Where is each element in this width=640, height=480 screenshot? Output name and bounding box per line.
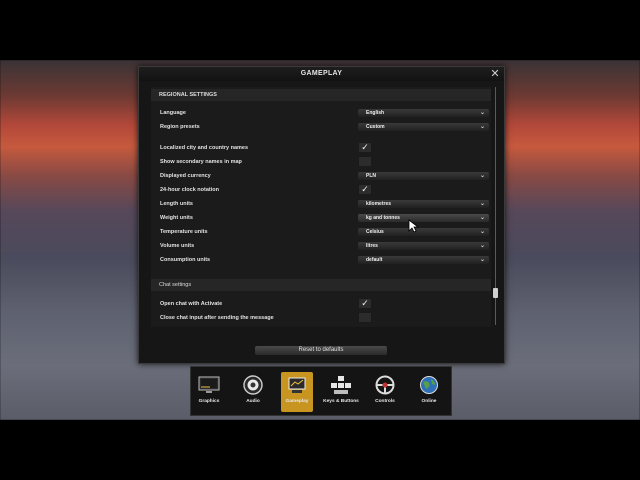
- weight-units-label: Weight units: [160, 215, 193, 221]
- tab-keys-buttons-label: Keys & Buttons: [323, 399, 359, 404]
- keyboard-icon: [331, 376, 351, 394]
- length-units-dropdown[interactable]: kilometres ⌄: [358, 200, 489, 208]
- dialog-title: GAMEPLAY: [300, 70, 343, 77]
- region-presets-label: Region presets: [160, 124, 200, 130]
- currency-value: PLN: [366, 173, 376, 179]
- language-dropdown[interactable]: English ⌄: [358, 109, 489, 117]
- scrollbar-thumb[interactable]: [493, 288, 498, 298]
- tab-gameplay-label: Gameplay: [285, 399, 309, 404]
- tab-controls-label: Controls: [375, 399, 395, 404]
- check-icon: ✓: [361, 298, 369, 308]
- close-chat-checkbox[interactable]: [358, 312, 372, 323]
- letterbox-top: [0, 0, 640, 60]
- settings-tabbar: Graphics Audio Gameplay Keys & Buttons C…: [190, 366, 452, 416]
- tab-controls[interactable]: Controls: [369, 372, 401, 412]
- check-icon: ✓: [361, 184, 369, 194]
- speaker-icon: [243, 375, 263, 395]
- volume-units-dropdown[interactable]: litres ⌄: [358, 242, 489, 250]
- globe-icon: [420, 376, 438, 394]
- dialog-titlebar: GAMEPLAY ✕: [139, 67, 504, 81]
- monitor-icon: [198, 376, 220, 393]
- localized-names-checkbox[interactable]: ✓: [358, 142, 372, 153]
- language-value: English: [366, 110, 385, 116]
- settings-list: REGIONAL SETTINGS Language English ⌄ Reg…: [151, 87, 491, 327]
- close-chat-label: Close chat input after sending the messa…: [160, 315, 274, 321]
- clock-checkbox[interactable]: ✓: [358, 184, 372, 195]
- consumption-units-dropdown[interactable]: default ⌄: [358, 256, 489, 264]
- chevron-down-icon: ⌄: [479, 110, 485, 116]
- weight-units-dropdown[interactable]: kg and tonnes ⌄: [358, 214, 489, 222]
- chevron-down-icon: ⌄: [479, 243, 485, 249]
- gameplay-settings-dialog: GAMEPLAY ✕ REGIONAL SETTINGS Language En…: [138, 66, 505, 364]
- section-header-chat: Chat settings: [151, 279, 491, 291]
- temperature-units-value: Celsius: [366, 229, 384, 235]
- tab-keys-buttons[interactable]: Keys & Buttons: [323, 372, 359, 412]
- secondary-names-label: Show secondary names in map: [160, 159, 242, 165]
- chevron-down-icon: ⌄: [479, 124, 485, 130]
- letterbox-bottom: [0, 420, 640, 480]
- chevron-down-icon: ⌄: [479, 257, 485, 263]
- consumption-units-value: default: [366, 257, 383, 263]
- temperature-units-dropdown[interactable]: Celsius ⌄: [358, 228, 489, 236]
- region-presets-value: Custom: [366, 124, 385, 130]
- tab-online[interactable]: Online: [413, 372, 445, 412]
- open-chat-label: Open chat with Activate: [160, 301, 223, 307]
- gameplay-icon: [288, 377, 306, 393]
- tab-audio-label: Audio: [246, 399, 260, 404]
- chevron-down-icon: ⌄: [479, 201, 485, 207]
- tab-audio[interactable]: Audio: [237, 372, 269, 412]
- check-icon: ✓: [361, 142, 369, 152]
- mouse-cursor-icon: [408, 219, 418, 233]
- length-units-label: Length units: [160, 201, 193, 207]
- currency-label: Displayed currency: [160, 173, 211, 179]
- section-header-regional: REGIONAL SETTINGS: [151, 89, 491, 101]
- region-presets-dropdown[interactable]: Custom ⌄: [358, 123, 489, 131]
- consumption-units-label: Consumption units: [160, 257, 211, 263]
- language-label: Language: [160, 110, 186, 116]
- chevron-down-icon: ⌄: [479, 215, 485, 221]
- currency-dropdown[interactable]: PLN ⌄: [358, 172, 489, 180]
- temperature-units-label: Temperature units: [160, 229, 208, 235]
- clock-label: 24-hour clock notation: [160, 187, 219, 193]
- close-icon[interactable]: ✕: [489, 68, 501, 80]
- volume-units-value: litres: [366, 243, 378, 249]
- tab-graphics[interactable]: Graphics: [193, 372, 225, 412]
- secondary-names-checkbox[interactable]: [358, 156, 372, 167]
- chevron-down-icon: ⌄: [479, 173, 485, 179]
- open-chat-checkbox[interactable]: ✓: [358, 298, 372, 309]
- tab-online-label: Online: [421, 399, 437, 404]
- reset-to-defaults-button[interactable]: Reset to defaults: [255, 346, 387, 355]
- steering-wheel-icon: [375, 375, 395, 395]
- tab-gameplay[interactable]: Gameplay: [281, 372, 313, 412]
- chevron-down-icon: ⌄: [479, 229, 485, 235]
- length-units-value: kilometres: [366, 201, 392, 207]
- volume-units-label: Volume units: [160, 243, 195, 249]
- weight-units-value: kg and tonnes: [366, 215, 400, 221]
- localized-names-label: Localized city and country names: [160, 145, 249, 151]
- tab-graphics-label: Graphics: [198, 399, 220, 404]
